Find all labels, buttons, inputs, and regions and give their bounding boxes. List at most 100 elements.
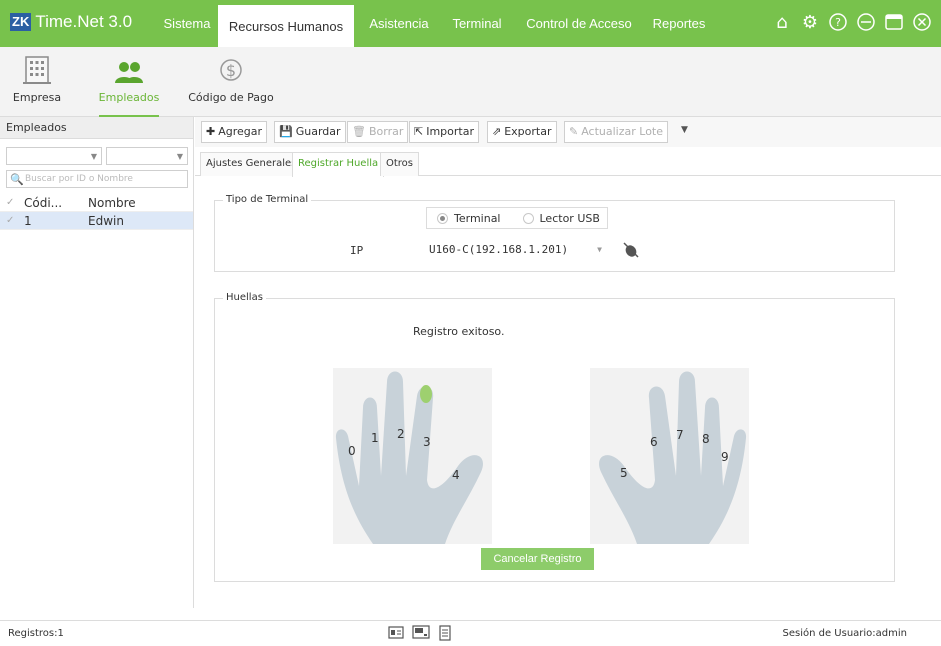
tab-bar: Ajustes Generales Registrar Huella Otros: [195, 152, 941, 177]
status-bar: Registros:1 Sesión de Usuario:admin: [0, 620, 941, 646]
logo-mark: ZK: [10, 13, 32, 31]
finger-8[interactable]: 8: [702, 432, 710, 446]
minimize-icon[interactable]: [855, 11, 877, 33]
employee-panel: Empleados ▼ ▼ 🔍 Buscar por ID o Nombre ✓…: [0, 117, 194, 608]
row-checkbox[interactable]: ✓: [0, 215, 22, 226]
records-count: Registros:1: [8, 628, 64, 639]
add-button[interactable]: ✚ Agregar: [201, 121, 268, 143]
save-button[interactable]: 💾 Guardar: [274, 121, 346, 143]
radio-usb-reader[interactable]: Lector USB: [522, 212, 600, 225]
maximize-icon[interactable]: [883, 11, 905, 33]
column-header-code[interactable]: Códi...: [22, 196, 88, 210]
help-icon[interactable]: ?: [827, 11, 849, 33]
disconnect-icon[interactable]: [622, 241, 640, 259]
settings-icon[interactable]: ⚙: [799, 11, 821, 33]
import-icon: ⇱: [414, 125, 424, 138]
chevron-down-icon: ▼: [597, 245, 602, 254]
tab-registrar-huella[interactable]: Registrar Huella: [292, 152, 385, 177]
finger-4[interactable]: 4: [452, 468, 460, 482]
tab-otros[interactable]: Otros: [380, 152, 420, 176]
finger-9[interactable]: 9: [721, 450, 729, 464]
delete-button[interactable]: 🗑 Borrar: [347, 121, 409, 143]
ip-label: IP: [350, 244, 364, 257]
finger-5[interactable]: 5: [620, 466, 628, 480]
batch-update-button[interactable]: ✎ Actualizar Lote: [564, 121, 669, 143]
module-label: Empresa: [12, 91, 62, 104]
ip-value: U160-C(192.168.1.201): [429, 243, 569, 256]
employee-table: ✓ Códi... Nombre ✓ 1 Edwin: [0, 194, 193, 230]
nav-reportes[interactable]: Reportes: [646, 0, 712, 47]
people-icon: [115, 62, 143, 83]
radio-dot: [522, 212, 534, 224]
terminal-type-radios: Terminal Lector USB: [426, 207, 608, 229]
column-header-name[interactable]: Nombre: [88, 196, 193, 210]
cell-code: 1: [24, 213, 32, 228]
search-icon: 🔍: [10, 173, 24, 186]
user-session: Sesión de Usuario:admin: [782, 628, 907, 639]
nav-sistema[interactable]: Sistema: [156, 0, 218, 47]
cancel-registration-button[interactable]: Cancelar Registro: [481, 548, 594, 570]
save-icon: 💾: [279, 125, 293, 138]
left-hand-image: [335, 371, 483, 544]
radio-terminal[interactable]: Terminal: [437, 212, 501, 225]
export-icon: ⇗: [492, 125, 502, 138]
module-label: Empleados: [98, 91, 160, 104]
module-empleados[interactable]: Empleados: [96, 47, 162, 117]
nav-terminal[interactable]: Terminal: [444, 0, 510, 47]
search-input[interactable]: 🔍 Buscar por ID o Nombre: [6, 170, 188, 188]
table-header: ✓ Códi... Nombre: [0, 194, 193, 212]
trash-icon: 🗑: [352, 125, 366, 138]
app-logo: ZK Time.Net 3.0: [10, 12, 132, 32]
finger-registered-marker: [420, 385, 432, 403]
finger-6[interactable]: 6: [650, 435, 658, 449]
search-placeholder: Buscar por ID o Nombre: [25, 174, 133, 184]
finger-7[interactable]: 7: [676, 428, 684, 442]
dollar-icon: $: [220, 59, 242, 81]
home-icon[interactable]: ⌂: [771, 11, 793, 33]
left-hand-panel: 0 1 2 3 4: [333, 368, 492, 544]
export-button[interactable]: ⇗ Exportar: [487, 121, 557, 143]
device-icon[interactable]: [412, 625, 430, 639]
radio-dot: [437, 212, 448, 224]
right-hand-panel: 5 6 7 8 9: [590, 368, 749, 544]
nav-recursos-humanos[interactable]: Recursos Humanos: [218, 5, 354, 47]
nav-control-acceso[interactable]: Control de Acceso: [518, 0, 640, 47]
top-bar: ZK Time.Net 3.0 Sistema Recursos Humanos…: [0, 0, 941, 47]
edit-icon: ✎: [569, 125, 579, 138]
window-controls: ⌂ ⚙ ?: [771, 11, 933, 33]
table-row[interactable]: ✓ 1 Edwin: [0, 212, 193, 230]
app-title: Time.Net 3.0: [35, 12, 133, 31]
module-label: Código de Pago: [188, 91, 274, 104]
status-icons: [388, 625, 452, 641]
ip-select[interactable]: U160-C(192.168.1.201) ▼: [426, 239, 608, 261]
module-codigo-pago[interactable]: $ Código de Pago: [186, 47, 276, 117]
building-icon: [23, 56, 51, 84]
chevron-down-icon: ▼: [176, 152, 183, 161]
fingerprints-group: Huellas: [214, 292, 895, 582]
svg-text:$: $: [226, 61, 236, 80]
plus-icon: ✚: [206, 125, 216, 138]
toolbar: ✚ Agregar 💾 Guardar 🗑 Borrar ⇱ Importar ⇗ Exp…: [195, 117, 941, 147]
module-empresa[interactable]: Empresa: [12, 47, 62, 117]
more-dropdown-icon[interactable]: ▼: [681, 125, 688, 135]
terminal-type-legend: Tipo de Terminal: [223, 194, 312, 205]
filter-dropdown-2[interactable]: ▼: [106, 147, 188, 165]
close-icon[interactable]: [911, 11, 933, 33]
chevron-down-icon: ▼: [90, 152, 97, 161]
finger-2[interactable]: 2: [397, 427, 405, 441]
filter-dropdown-1[interactable]: ▼: [6, 147, 102, 165]
module-bar: Empresa Empleados $ Código de Pago: [0, 47, 941, 117]
fingerprints-legend: Huellas: [223, 292, 266, 303]
finger-1[interactable]: 1: [371, 431, 379, 445]
select-all-checkbox[interactable]: ✓: [0, 197, 22, 208]
nav-asistencia[interactable]: Asistencia: [362, 0, 436, 47]
finger-3[interactable]: 3: [423, 435, 431, 449]
finger-0[interactable]: 0: [348, 444, 356, 458]
document-icon[interactable]: [438, 625, 452, 641]
id-card-icon[interactable]: [388, 625, 404, 639]
import-button[interactable]: ⇱ Importar: [409, 121, 479, 143]
tab-ajustes-generales[interactable]: Ajustes Generales: [200, 152, 303, 176]
svg-text:?: ?: [835, 16, 841, 29]
cell-name: Edwin: [88, 213, 124, 228]
status-message: Registro exitoso.: [413, 325, 505, 338]
